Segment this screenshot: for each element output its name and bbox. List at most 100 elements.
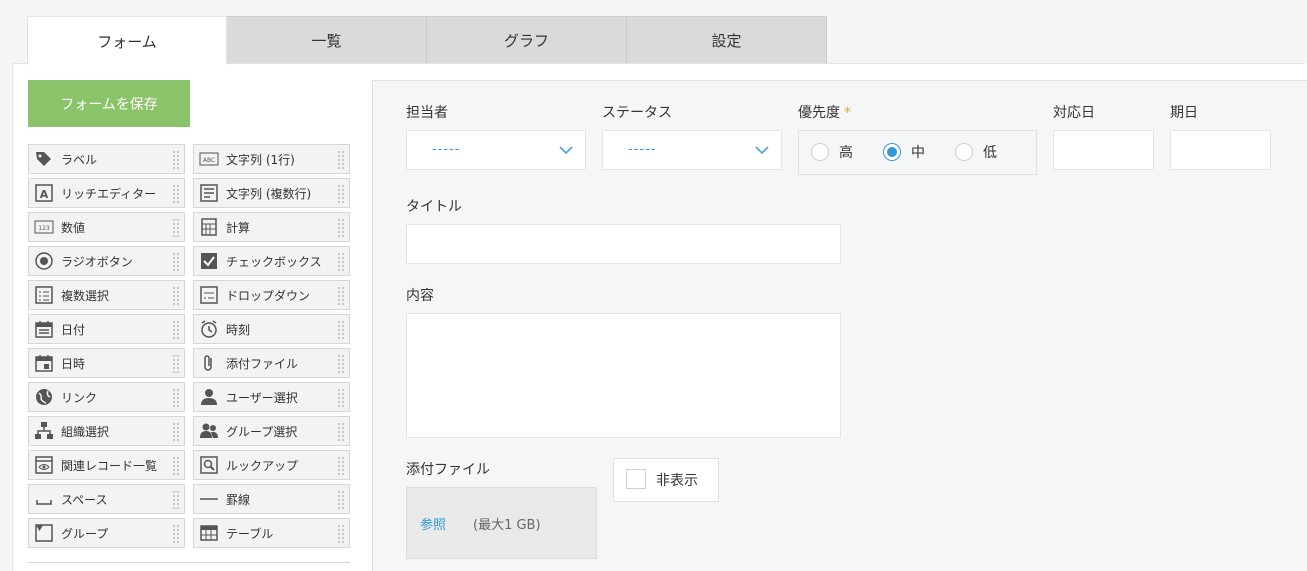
- drag-handle-icon[interactable]: [172, 354, 180, 374]
- due-date-input[interactable]: [1170, 130, 1271, 170]
- palette-item-label: リンク: [61, 390, 98, 405]
- drag-handle-icon[interactable]: [172, 422, 180, 442]
- drag-handle-icon[interactable]: [172, 218, 180, 238]
- line-icon: [199, 489, 219, 509]
- priority-option-medium[interactable]: 中: [883, 142, 925, 162]
- multi-select-icon: [34, 285, 54, 305]
- drag-handle-icon[interactable]: [337, 524, 345, 544]
- drag-handle-icon[interactable]: [337, 456, 345, 476]
- palette-item[interactable]: スペース: [28, 484, 185, 514]
- drag-handle-icon[interactable]: [337, 422, 345, 442]
- palette-item[interactable]: 計算: [193, 212, 350, 242]
- save-form-button[interactable]: フォームを保存: [28, 80, 190, 127]
- palette-item[interactable]: 組織選択: [28, 416, 185, 446]
- palette-item[interactable]: テーブル: [193, 518, 350, 548]
- tab-list[interactable]: 一覧: [227, 16, 427, 64]
- svg-text:123: 123: [38, 225, 50, 232]
- palette-item-label: 数値: [61, 220, 86, 235]
- palette-item[interactable]: 添付ファイル: [193, 348, 350, 378]
- palette-item[interactable]: 日時: [28, 348, 185, 378]
- priority-option-low[interactable]: 低: [955, 142, 997, 162]
- assignee-dropdown[interactable]: -----: [406, 130, 586, 170]
- radio-circle[interactable]: [811, 143, 829, 161]
- tab-settings[interactable]: 設定: [627, 16, 827, 64]
- palette-item[interactable]: ドロップダウン: [193, 280, 350, 310]
- response-date-label: 対応日: [1053, 105, 1095, 121]
- datetime-icon: [34, 353, 54, 373]
- palette-item[interactable]: グループ: [28, 518, 185, 548]
- drag-handle-icon[interactable]: [172, 456, 180, 476]
- radio-circle-selected[interactable]: [883, 143, 901, 161]
- drag-handle-icon[interactable]: [337, 150, 345, 170]
- palette-divider: [28, 562, 350, 563]
- priority-option-high[interactable]: 高: [811, 142, 853, 162]
- status-dropdown[interactable]: -----: [602, 130, 782, 170]
- palette-item-label: 組織選択: [61, 424, 110, 439]
- drag-handle-icon[interactable]: [172, 184, 180, 204]
- drag-handle-icon[interactable]: [172, 150, 180, 170]
- hide-label: 非表示: [656, 473, 698, 489]
- tab-graph[interactable]: グラフ: [427, 16, 627, 64]
- palette-item-label: 計算: [226, 220, 251, 235]
- drag-handle-icon[interactable]: [337, 320, 345, 340]
- palette-item-label: 文字列 (複数行): [226, 186, 312, 201]
- drag-handle-icon[interactable]: [337, 286, 345, 306]
- palette-item-label: ドロップダウン: [226, 288, 311, 303]
- palette-item-label: 日付: [61, 322, 86, 337]
- drag-handle-icon[interactable]: [337, 388, 345, 408]
- palette-item[interactable]: ユーザー選択: [193, 382, 350, 412]
- palette-item-label: 関連レコード一覧: [61, 458, 158, 473]
- abc-icon: ABC: [199, 149, 219, 169]
- hide-field[interactable]: 非表示: [613, 458, 719, 502]
- tab-form[interactable]: フォーム: [27, 16, 227, 65]
- multiline-text-icon: [199, 183, 219, 203]
- palette-item[interactable]: 123 数値: [28, 212, 185, 242]
- palette-item[interactable]: 複数選択: [28, 280, 185, 310]
- response-date-input[interactable]: [1053, 130, 1154, 170]
- drag-handle-icon[interactable]: [172, 388, 180, 408]
- palette-item[interactable]: グループ選択: [193, 416, 350, 446]
- drag-handle-icon[interactable]: [172, 320, 180, 340]
- related-records-icon: [34, 455, 54, 475]
- palette-item[interactable]: 文字列 (複数行): [193, 178, 350, 208]
- drag-handle-icon[interactable]: [337, 354, 345, 374]
- drag-handle-icon[interactable]: [337, 218, 345, 238]
- palette-item[interactable]: ラジオボタン: [28, 246, 185, 276]
- palette-item[interactable]: ルックアップ: [193, 450, 350, 480]
- hide-checkbox[interactable]: [626, 469, 646, 489]
- palette-item[interactable]: A リッチエディター: [28, 178, 185, 208]
- drag-handle-icon[interactable]: [172, 252, 180, 272]
- palette-item[interactable]: 日付: [28, 314, 185, 344]
- palette-item[interactable]: 時刻: [193, 314, 350, 344]
- palette-item-label: グループ選択: [226, 424, 298, 439]
- content-textarea[interactable]: [406, 313, 841, 438]
- drag-handle-icon[interactable]: [172, 524, 180, 544]
- radio-icon: [34, 251, 54, 271]
- palette-item-label: テーブル: [226, 526, 274, 541]
- palette-item[interactable]: ラベル: [28, 144, 185, 174]
- group-users-icon: [199, 421, 219, 441]
- palette-item[interactable]: リンク: [28, 382, 185, 412]
- dropdown-icon: [199, 285, 219, 305]
- org-chart-icon: [34, 421, 54, 441]
- field-palette: ラベル ABC 文字列 (1行) A リッチエディター 文字列 (複数行) 123 数値 計算ラ…: [28, 144, 350, 548]
- palette-item[interactable]: ABC 文字列 (1行): [193, 144, 350, 174]
- required-mark: *: [844, 105, 851, 121]
- palette-item-label: リッチエディター: [61, 186, 157, 201]
- browse-link[interactable]: 参照: [420, 514, 446, 533]
- attachment-label: 添付ファイル: [406, 462, 490, 478]
- drag-handle-icon[interactable]: [172, 286, 180, 306]
- palette-item[interactable]: チェックボックス: [193, 246, 350, 276]
- palette-item-label: ラベル: [61, 152, 98, 167]
- priority-label: 優先度 *: [798, 102, 851, 122]
- drag-handle-icon[interactable]: [337, 490, 345, 510]
- radio-circle[interactable]: [955, 143, 973, 161]
- drag-handle-icon[interactable]: [337, 184, 345, 204]
- tag-icon: [34, 149, 54, 169]
- drag-handle-icon[interactable]: [172, 490, 180, 510]
- palette-item[interactable]: 関連レコード一覧: [28, 450, 185, 480]
- title-input[interactable]: [406, 224, 841, 264]
- palette-item[interactable]: 罫線: [193, 484, 350, 514]
- drag-handle-icon[interactable]: [337, 252, 345, 272]
- priority-radio-group: 高 中 低: [798, 130, 1037, 175]
